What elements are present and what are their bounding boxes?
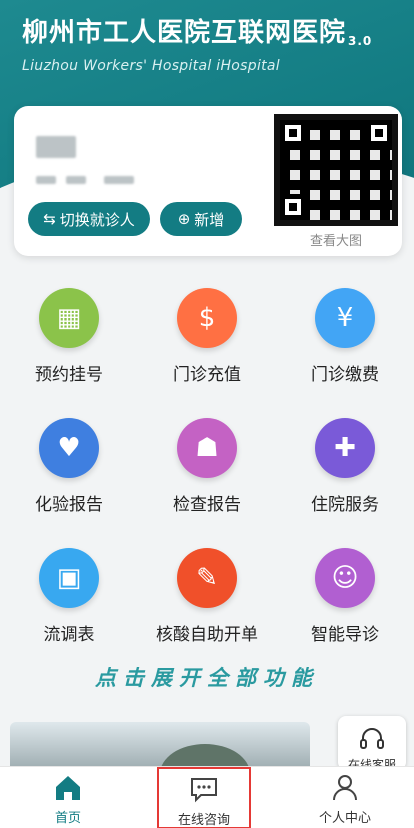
- calendar-icon: ▦: [39, 288, 99, 348]
- service-outpatient-payment[interactable]: ¥ 门诊缴费: [276, 282, 414, 392]
- service-nucleic-acid[interactable]: ✎ 核酸自助开单: [138, 542, 276, 652]
- qr-code-icon: ▣: [39, 548, 99, 608]
- patient-id-redacted: [104, 176, 134, 184]
- heart-pulse-icon: ♥: [39, 418, 99, 478]
- qr-finder: [366, 120, 392, 146]
- plus-circle-icon: ⊕: [177, 210, 191, 228]
- hospital-bed-icon: ✚: [315, 418, 375, 478]
- test-tube-icon: ✎: [177, 548, 237, 608]
- expand-all-button[interactable]: 点击展开全部功能: [0, 662, 414, 692]
- invoice-icon: $: [177, 288, 237, 348]
- lungs-icon: ☗: [177, 418, 237, 478]
- service-exam-report[interactable]: ☗ 检查报告: [138, 412, 276, 522]
- nav-home[interactable]: 首页: [28, 767, 108, 828]
- patient-id-redacted: [66, 176, 86, 184]
- patient-qr-code[interactable]: [274, 114, 398, 226]
- add-patient-button[interactable]: ⊕ 新增: [160, 202, 242, 236]
- service-epidemiology-form[interactable]: ▣ 流调表: [0, 542, 138, 652]
- user-icon: [333, 775, 357, 801]
- hospital-title: 柳州市工人医院互联网医院 3.0: [22, 18, 373, 48]
- qr-finder: [280, 194, 306, 220]
- service-outpatient-recharge[interactable]: $ 门诊充值: [138, 282, 276, 392]
- headset-icon: [360, 728, 384, 749]
- nav-consult[interactable]: 在线咨询: [157, 767, 251, 828]
- service-smart-guide[interactable]: ☺ 智能导诊: [276, 542, 414, 652]
- patient-card: ⇆ 切换就诊人 ⊕ 新增 查看大图: [14, 106, 402, 256]
- promo-banner[interactable]: [10, 722, 310, 772]
- yuan-house-icon: ¥: [315, 288, 375, 348]
- view-qr-link[interactable]: 查看大图: [276, 230, 396, 249]
- robot-icon: ☺: [315, 548, 375, 608]
- switch-patient-button[interactable]: ⇆ 切换就诊人: [28, 202, 150, 236]
- swap-icon: ⇆: [43, 210, 56, 228]
- service-appointment[interactable]: ▦ 预约挂号: [0, 282, 138, 392]
- service-lab-report[interactable]: ♥ 化验报告: [0, 412, 138, 522]
- hospital-subtitle: Liuzhou Workers' Hospital iHospital: [22, 58, 280, 74]
- customer-service-button[interactable]: 在线客服: [338, 716, 406, 770]
- patient-name-redacted: [36, 136, 76, 158]
- chat-bubble-icon: [191, 778, 217, 803]
- home-icon: [56, 776, 80, 800]
- nav-profile[interactable]: 个人中心: [300, 767, 390, 828]
- service-inpatient[interactable]: ✚ 住院服务: [276, 412, 414, 522]
- qr-finder: [280, 120, 306, 146]
- bottom-nav: 首页 在线咨询 个人中心: [0, 766, 414, 828]
- patient-id-redacted: [36, 176, 56, 184]
